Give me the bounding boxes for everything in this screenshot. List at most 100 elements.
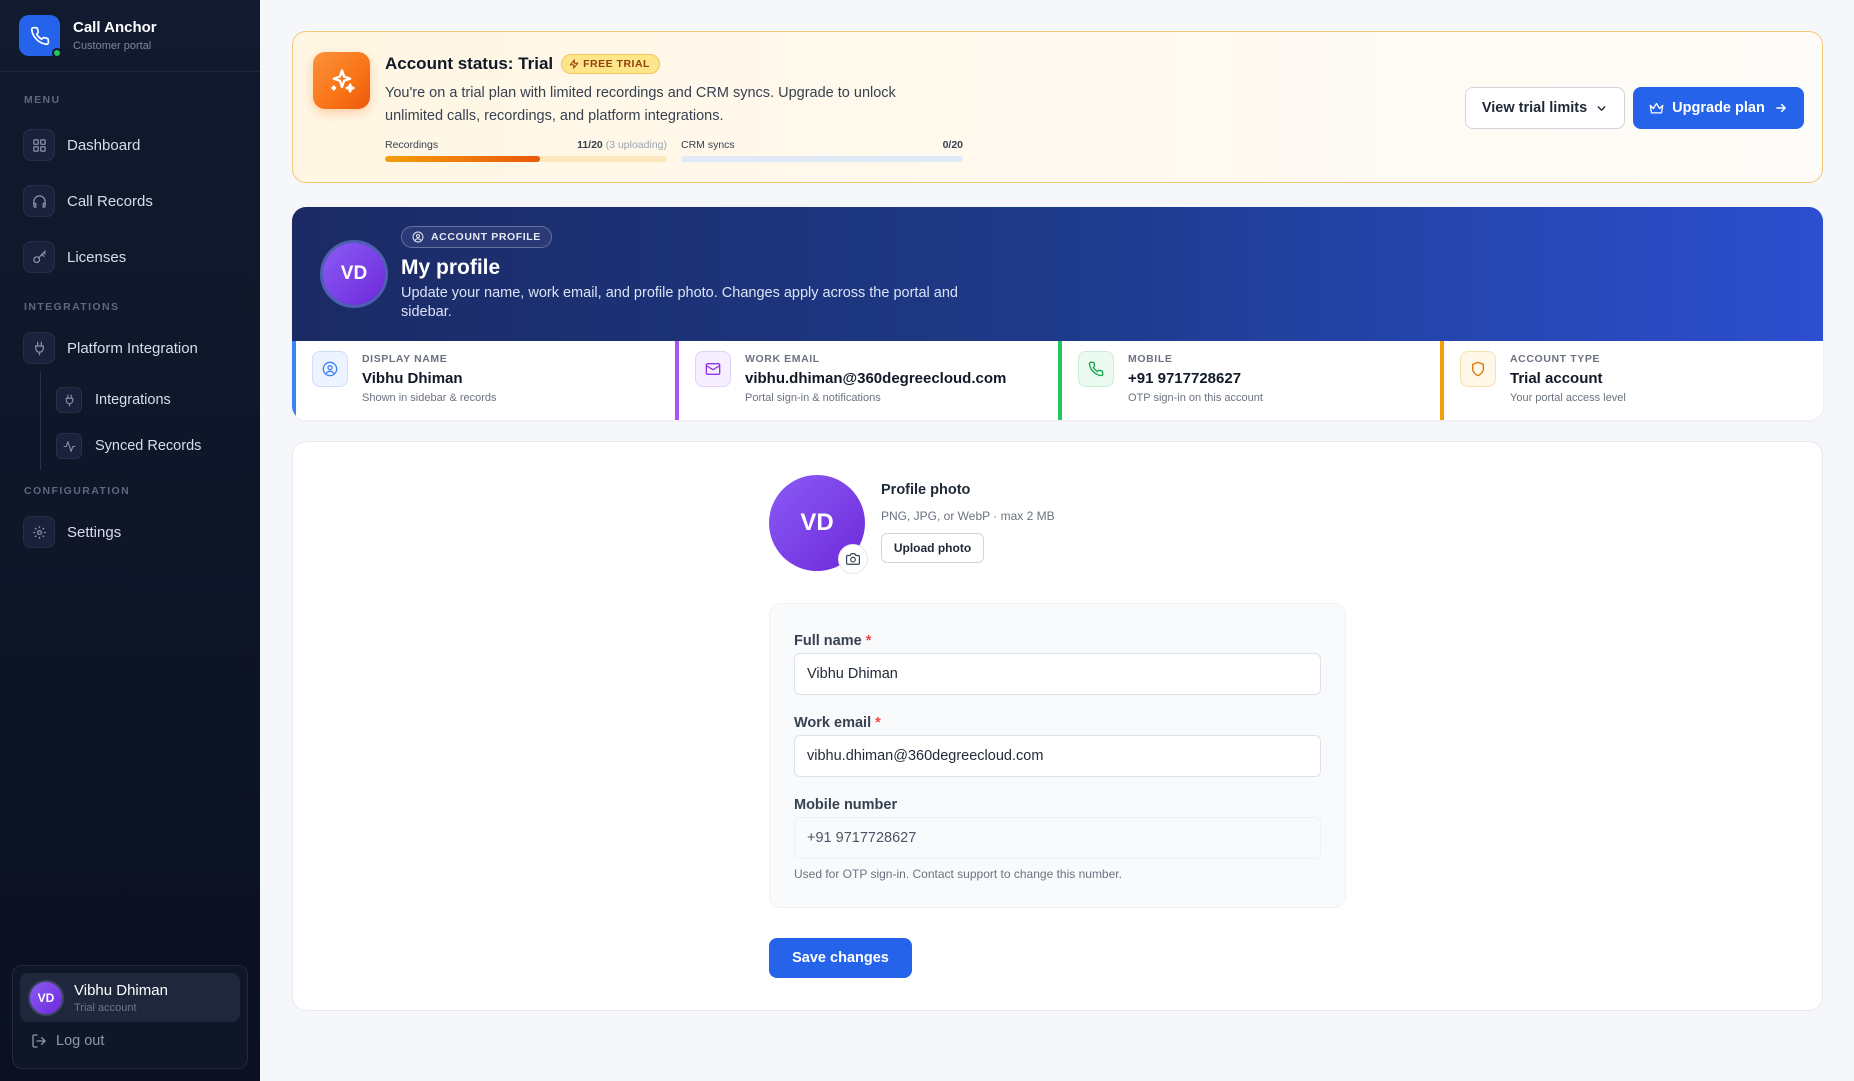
section-label-menu: MENU (24, 94, 61, 106)
sidebar-item-label: Licenses (67, 248, 127, 266)
key-icon (23, 241, 55, 273)
mobile-number-label-text: Mobile number (794, 797, 898, 813)
recordings-progress (385, 156, 541, 162)
work-email-input[interactable] (794, 735, 1321, 777)
sidebar-item-licenses[interactable]: Licenses (23, 239, 243, 275)
shield-icon (1460, 351, 1496, 387)
activity-icon (56, 433, 82, 459)
sidebar-item-settings[interactable]: Settings (23, 514, 243, 550)
crm-meter: CRM syncs 0/20 (681, 139, 963, 162)
sidebar-item-label: Synced Records (95, 438, 202, 454)
stat-value: Trial account (1510, 370, 1603, 387)
sidebar: Call Anchor Customer portal MENU Dashboa… (0, 0, 260, 1081)
plug-icon (56, 387, 82, 413)
stat-account-type: ACCOUNT TYPE Trial account Your portal a… (1440, 341, 1823, 420)
stat-label: WORK EMAIL (745, 353, 820, 365)
work-email-label: Work email * (794, 715, 881, 731)
stat-note: Shown in sidebar & records (362, 392, 497, 404)
section-label-configuration: CONFIGURATION (24, 485, 131, 497)
arrow-right-icon (1774, 101, 1788, 115)
logout-label: Log out (56, 1033, 105, 1049)
brand-name: Call Anchor (73, 19, 157, 36)
sidebar-item-label: Call Records (67, 192, 153, 210)
crm-label: CRM syncs (681, 139, 735, 151)
stat-value: vibhu.dhiman@360degreecloud.com (745, 370, 1007, 387)
sidebar-item-synced-records[interactable]: Synced Records (56, 428, 276, 464)
brand-subtitle: Customer portal (73, 40, 152, 52)
sidebar-item-platform-integration[interactable]: Platform Integration (23, 330, 243, 366)
full-name-label: Full name * (794, 633, 871, 649)
user-name: Vibhu Dhiman (74, 981, 168, 999)
stat-label: DISPLAY NAME (362, 353, 448, 365)
profile-photo-hint: PNG, JPG, or WebP · max 2 MB (881, 509, 1055, 523)
user-circle-icon (412, 231, 424, 243)
camera-button[interactable] (838, 544, 868, 574)
gear-icon (23, 516, 55, 548)
avatar: VD (28, 979, 64, 1016)
logout-icon (31, 1033, 47, 1049)
sidebar-item-integrations[interactable]: Integrations (56, 382, 276, 418)
brand[interactable]: Call Anchor Customer portal (0, 0, 260, 72)
camera-icon (846, 552, 860, 566)
profile-photo-title: Profile photo (881, 482, 971, 498)
recordings-meter: Recordings 11/20 (3 uploading) (385, 139, 667, 162)
crown-icon (1649, 101, 1664, 116)
sidebar-item-call-records[interactable]: Call Records (23, 183, 243, 219)
stat-work-email: WORK EMAIL vibhu.dhiman@360degreecloud.c… (675, 341, 1058, 420)
mobile-help-text: Used for OTP sign-in. Contact support to… (794, 867, 1122, 881)
section-label-integrations: INTEGRATIONS (24, 301, 120, 313)
view-trial-limits-label: View trial limits (1481, 100, 1588, 116)
headphones-icon (23, 185, 55, 217)
upgrade-plan-button[interactable]: Upgrade plan (1633, 87, 1804, 129)
online-status-dot (52, 48, 62, 58)
sidebar-item-label: Dashboard (67, 136, 141, 154)
upgrade-plan-label: Upgrade plan (1672, 100, 1765, 116)
free-trial-badge-label: FREE TRIAL (583, 58, 650, 70)
save-changes-button[interactable]: Save changes (769, 938, 912, 978)
trial-description: You're on a trial plan with limited reco… (385, 85, 896, 124)
user-card[interactable]: VD Vibhu Dhiman Trial account (20, 973, 240, 1022)
stat-note: OTP sign-in on this account (1128, 392, 1263, 404)
stat-value: +91 9717728627 (1128, 370, 1242, 387)
grid-icon (23, 129, 55, 161)
trial-banner: Account status: Trial FREE TRIAL You're … (292, 31, 1823, 183)
full-name-input[interactable] (794, 653, 1321, 695)
trial-title: Account status: Trial FREE TRIAL (385, 54, 660, 74)
user-panel: VD Vibhu Dhiman Trial account Log out (12, 965, 248, 1069)
user-role: Trial account (74, 1001, 137, 1014)
sidebar-item-dashboard[interactable]: Dashboard (23, 127, 243, 163)
phone-icon (19, 15, 62, 58)
crm-count: 0/20 (942, 139, 963, 151)
required-mark: * (875, 715, 881, 731)
full-name-label-text: Full name (794, 633, 862, 649)
recordings-count: 11/20 (577, 139, 603, 151)
mail-icon (695, 351, 731, 387)
trial-title-text: Account status: Trial (385, 54, 554, 73)
phone-icon (1078, 351, 1114, 387)
work-email-label-text: Work email (794, 715, 872, 731)
logout-button[interactable]: Log out (31, 1033, 104, 1049)
view-trial-limits-button[interactable]: View trial limits (1465, 87, 1625, 129)
mobile-number-input[interactable] (794, 817, 1321, 859)
stat-label: ACCOUNT TYPE (1510, 353, 1601, 365)
stat-display-name: DISPLAY NAME Vibhu Dhiman Shown in sideb… (292, 341, 675, 420)
profile-header: VD ACCOUNT PROFILE My profile Update you… (292, 207, 1823, 341)
stat-note: Your portal access level (1510, 392, 1626, 404)
recordings-uploading: (3 uploading) (605, 139, 667, 151)
account-profile-badge-label: ACCOUNT PROFILE (431, 231, 541, 243)
profile-fields: Full name * Work email * Mobile number U… (769, 603, 1346, 908)
profile-form-card: VD Profile photo PNG, JPG, or WebP · max… (292, 441, 1823, 1011)
profile-avatar: VD (320, 240, 388, 308)
upload-photo-button[interactable]: Upload photo (881, 533, 984, 563)
required-mark: * (865, 633, 872, 649)
profile-card: VD ACCOUNT PROFILE My profile Update you… (292, 207, 1823, 420)
page-title: My profile (401, 256, 501, 279)
user-circle-icon (312, 351, 348, 387)
stat-label: MOBILE (1128, 353, 1173, 365)
plug-icon (23, 332, 55, 364)
sidebar-item-label: Platform Integration (67, 339, 198, 357)
recordings-label: Recordings (385, 139, 439, 151)
chevron-down-icon (1595, 102, 1608, 115)
tree-line (40, 372, 41, 470)
bolt-icon (569, 59, 579, 69)
